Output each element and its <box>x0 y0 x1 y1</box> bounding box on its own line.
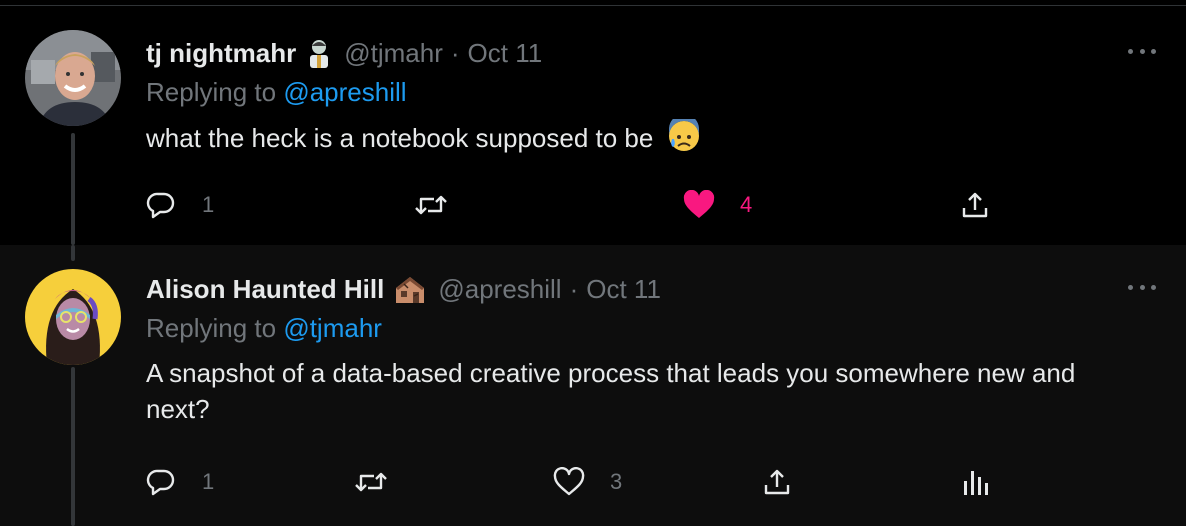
reply-count: 1 <box>202 469 215 494</box>
separator-dot: · <box>450 37 460 68</box>
tweet-text: A snapshot of a data-based creative proc… <box>146 355 1126 427</box>
replying-prefix: Replying to <box>146 77 277 107</box>
reply-icon <box>146 192 175 219</box>
derelict-house-emoji-icon <box>394 274 426 304</box>
like-count: 4 <box>740 192 753 217</box>
share-button[interactable] <box>960 185 990 225</box>
top-divider <box>0 0 1186 6</box>
share-button[interactable] <box>762 462 792 502</box>
display-name[interactable]: Alison Haunted Hill <box>146 274 384 305</box>
analytics-icon <box>964 471 988 495</box>
replying-to: Replying to @tjmahr <box>146 313 1156 345</box>
share-icon <box>962 192 988 218</box>
handle[interactable]: @tjmahr <box>344 38 443 69</box>
reply-button[interactable]: 1 <box>146 462 214 502</box>
timestamp[interactable]: Oct 11 <box>468 38 543 69</box>
more-options-icon[interactable] <box>1128 41 1156 61</box>
timestamp[interactable]: Oct 11 <box>586 274 661 305</box>
separator-dot: · <box>569 273 579 304</box>
retweet-icon <box>355 472 387 492</box>
tweet-text: what the heck is a notebook supposed to … <box>146 114 1126 162</box>
heart-filled-icon <box>683 190 715 218</box>
mention-link[interactable]: @apreshill <box>283 77 406 107</box>
retweet-button[interactable] <box>414 185 472 225</box>
tweet-actions: 1 4 <box>146 185 1156 225</box>
retweet-button[interactable] <box>354 462 412 502</box>
like-count: 3 <box>610 469 623 494</box>
avatar[interactable] <box>25 30 121 126</box>
thread-connector-line <box>71 133 75 245</box>
replying-to: Replying to @apreshill <box>146 77 1156 109</box>
heart-outline-icon <box>553 467 585 496</box>
share-icon <box>764 469 790 495</box>
like-button[interactable]: 4 <box>682 185 752 225</box>
retweet-icon <box>415 195 447 215</box>
mention-link[interactable]: @tjmahr <box>283 313 382 343</box>
thread-connector-line <box>71 367 75 526</box>
tweet[interactable]: Alison Haunted Hill @apreshill · Oct 11 … <box>0 245 1186 526</box>
reply-icon <box>146 469 175 496</box>
avatar[interactable] <box>25 269 121 365</box>
tweet-text-content: what the heck is a notebook supposed to … <box>146 123 654 153</box>
tweet-actions: 1 3 <box>146 462 1156 502</box>
tweet-header: Alison Haunted Hill @apreshill · Oct 11 <box>146 273 1156 305</box>
reply-count: 1 <box>202 192 215 217</box>
analytics-button[interactable] <box>960 462 990 502</box>
like-button[interactable]: 3 <box>552 462 622 502</box>
display-name[interactable]: tj nightmahr <box>146 38 296 69</box>
thread-connector-line <box>71 245 75 261</box>
zombie-emoji-icon <box>306 38 332 68</box>
tweet-header: tj nightmahr @tjmahr · Oct 11 <box>146 37 1156 69</box>
handle[interactable]: @apreshill <box>438 274 561 305</box>
tweet-content: Alison Haunted Hill @apreshill · Oct 11 … <box>146 273 1156 427</box>
tweet-text-content: A snapshot of a data-based creative proc… <box>146 358 1076 424</box>
tweet[interactable]: tj nightmahr @tjmahr · Oct 11 Replying t… <box>0 7 1186 245</box>
more-options-icon[interactable] <box>1128 277 1156 297</box>
replying-prefix: Replying to <box>146 313 277 343</box>
anxious-face-emoji-icon <box>667 114 701 162</box>
reply-button[interactable]: 1 <box>146 185 214 225</box>
tweet-content: tj nightmahr @tjmahr · Oct 11 Replying t… <box>146 37 1156 162</box>
